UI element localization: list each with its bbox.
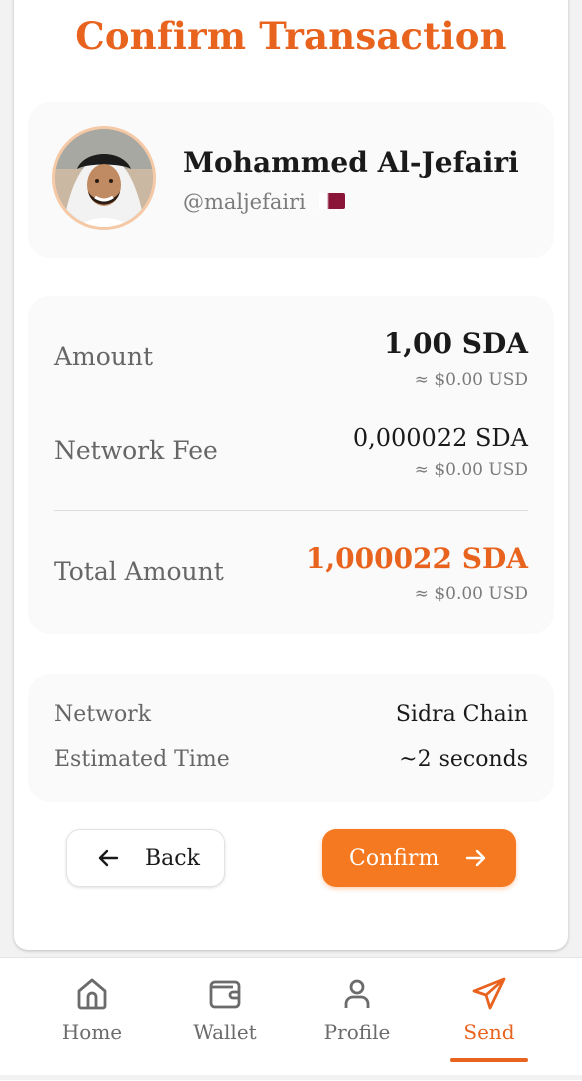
arrow-right-icon [465,848,487,868]
total-value: 1,000022 SDA [305,542,528,575]
estimated-time-value: ~2 seconds [399,747,528,772]
nav-label-home: Home [61,1020,123,1044]
network-value: Sidra Chain [395,702,528,727]
amount-usd: ≈ $0.00 USD [414,370,528,390]
nav-item-wallet[interactable]: Wallet [165,958,285,1058]
network-label: Network [54,702,152,727]
nav-item-home[interactable]: Home [32,958,152,1058]
amount-value: 1,00 SDA [383,327,528,360]
nav-label-wallet: Wallet [193,1020,257,1044]
total-label: Total Amount [54,557,224,586]
total-usd: ≈ $0.00 USD [414,584,528,604]
confirm-button-label: Confirm [349,845,440,871]
recipient-card: Mohammed Al-Jefairi @maljefairi [28,102,554,258]
amount-summary-card: Amount 1,00 SDA ≈ $0.00 USD Network Fee … [28,296,554,634]
amount-label: Amount [54,342,154,371]
network-details-card: Network Sidra Chain Estimated Time ~2 se… [28,674,554,802]
page-title: Confirm Transaction [75,14,507,58]
fee-usd: ≈ $0.00 USD [414,460,528,480]
fee-value: 0,000022 SDA [352,424,528,452]
fee-label: Network Fee [54,436,218,465]
estimated-time-label: Estimated Time [54,747,230,772]
nav-label-send: Send [463,1020,515,1044]
wallet-icon [165,976,285,1012]
recipient-handle-row: @maljefairi [183,190,345,214]
recipient-handle: @maljefairi [183,190,306,214]
nav-label-profile: Profile [323,1020,391,1044]
qatar-flag-icon [318,190,345,214]
home-icon [32,976,152,1012]
back-button-label: Back [145,845,200,871]
nav-item-send[interactable]: Send [429,958,549,1062]
avatar [52,126,156,230]
divider [54,510,528,511]
system-bar [0,1075,582,1080]
send-icon [429,976,549,1012]
active-tab-indicator [450,1058,528,1062]
arrow-left-icon [97,848,119,868]
back-button[interactable]: Back [66,829,225,887]
confirm-button[interactable]: Confirm [322,829,516,887]
bottom-nav: Home Wallet Profile Send [0,957,582,1081]
recipient-name: Mohammed Al-Jefairi [183,146,519,179]
user-icon [297,976,417,1012]
nav-item-profile[interactable]: Profile [297,958,417,1058]
